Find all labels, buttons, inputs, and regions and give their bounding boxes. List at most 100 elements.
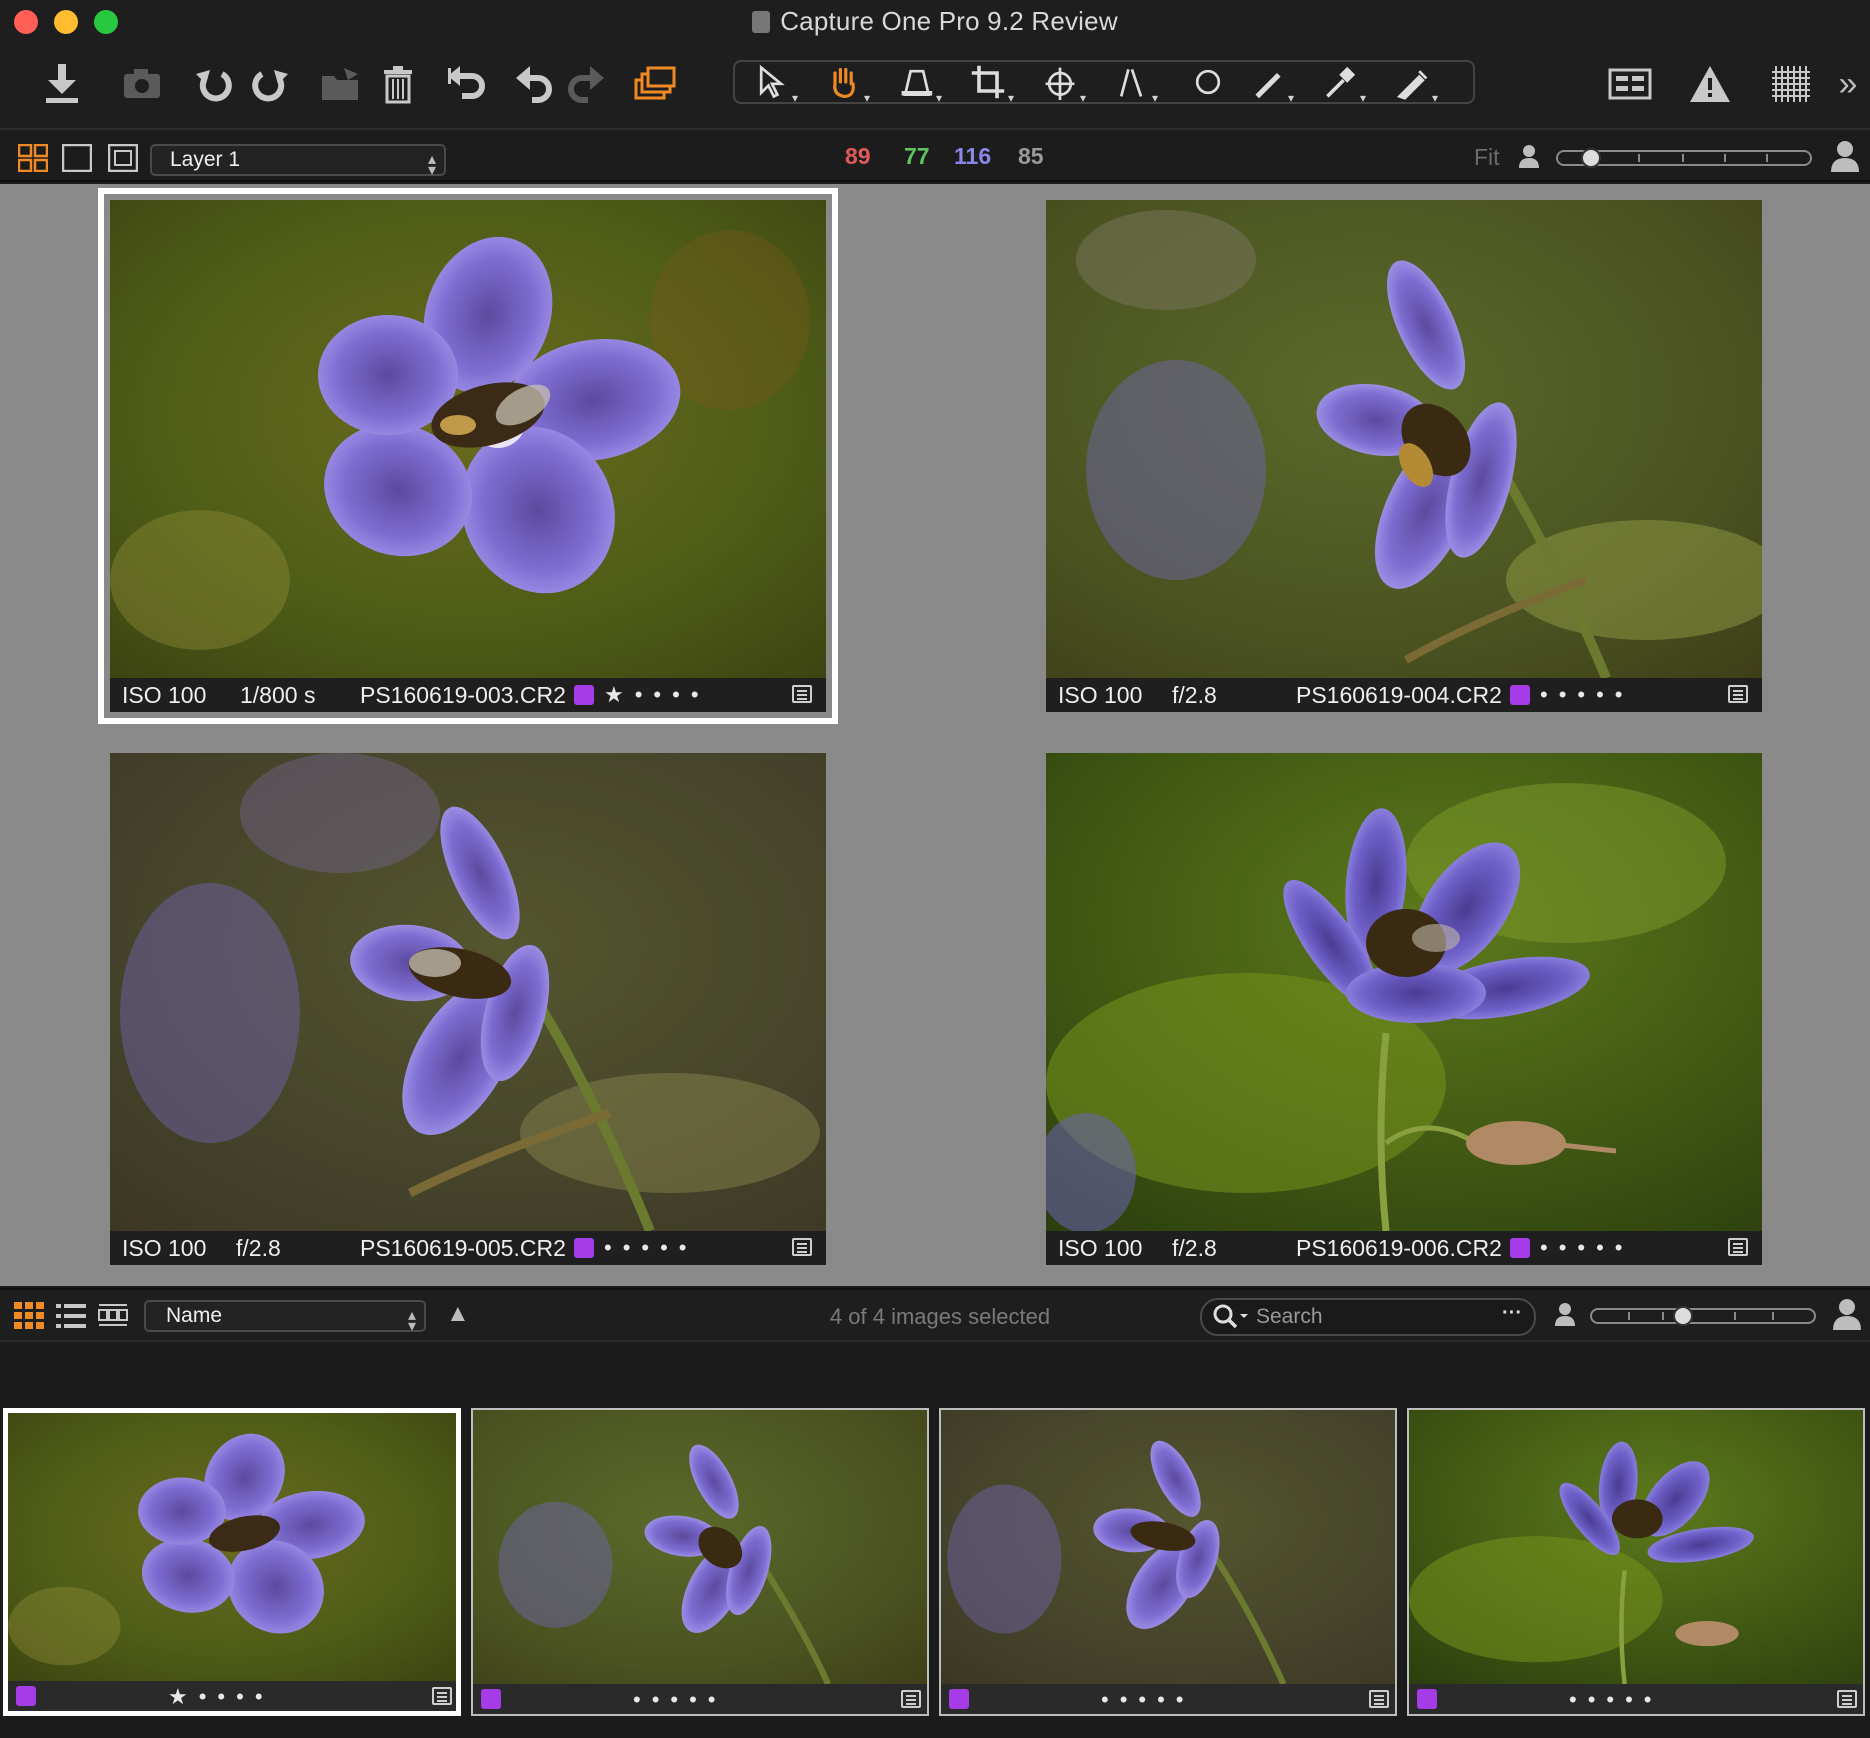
person-small-icon [1554,1302,1576,1331]
single-view-icon[interactable] [61,143,93,173]
import-icon[interactable] [36,56,88,112]
viewer-layout-icon[interactable] [1604,56,1656,112]
chevron-down-icon: ▾ [1287,91,1295,105]
window-title: Capture One Pro 9.2 Review [0,6,1870,37]
straighten-tool[interactable]: ▾ [1103,62,1169,105]
star-rating[interactable]: ••••• [604,1235,698,1261]
reset-adjustments-icon[interactable] [440,56,492,112]
layer-select[interactable]: Layer 1 ▴ ▾ [150,144,446,179]
star-rating[interactable]: ••••• [1101,1687,1195,1713]
color-tag-purple[interactable] [1510,1238,1530,1258]
readout-luminance: 85 [1018,143,1044,169]
slider-tick [1772,1312,1774,1320]
color-tag-purple[interactable] [1417,1689,1437,1709]
filename-label: PS160619-003.CR2 [360,682,566,708]
thumbnail-view-icon[interactable] [14,1302,44,1330]
photo-bee-on-geranium-4 [1046,753,1762,1231]
redo-icon[interactable] [560,56,612,112]
undo-icon[interactable] [508,56,560,112]
more-icon[interactable]: » [1822,56,1870,112]
viewer-image-1[interactable]: ISO 100 1/800 s PS160619-003.CR2 ★•••• [98,188,838,724]
star-rating[interactable]: ★•••• [168,1684,274,1710]
zoom-slider[interactable] [1556,148,1812,168]
metadata-icon[interactable] [901,1690,921,1708]
color-tag-purple[interactable] [481,1689,501,1709]
thumbnail-2[interactable]: ••••• [471,1408,929,1716]
spot-removal-tool[interactable] [1175,62,1241,102]
metadata-icon[interactable] [792,1238,812,1256]
sort-select[interactable]: Name ▴ ▾ [144,1300,426,1335]
viewer-image-3[interactable]: ISO 100 f/2.8 PS160619-005.CR2 ••••• [110,753,826,1265]
color-picker-tool[interactable]: ▾ [1311,62,1377,105]
color-tag-purple[interactable] [1510,685,1530,705]
thumbnail-4[interactable]: ••••• [1407,1408,1865,1716]
grid-icon[interactable] [1764,56,1816,112]
list-view-icon[interactable] [56,1302,86,1330]
exposure-label: f/2.8 [1172,682,1217,708]
color-tag-purple[interactable] [949,1689,969,1709]
pan-tool[interactable]: ▾ [815,62,881,105]
annotate-tool[interactable]: ▾ [1383,62,1449,105]
iso-label: ISO 100 [1058,682,1143,708]
star-rating[interactable]: ••••• [1540,1235,1634,1261]
main-toolbar: ▾ ▾ ▾ ▾ ▾ ▾ ▾ ▾ ▾ » [0,44,1870,130]
color-tag-purple[interactable] [574,1238,594,1258]
select-tool[interactable]: ▾ [743,62,809,105]
exposure-warning-icon[interactable] [1684,56,1736,112]
primary-view-icon[interactable] [107,143,139,173]
zoom-slider-knob[interactable] [1581,148,1601,168]
metadata-icon[interactable] [1728,1238,1748,1256]
thumbnail-size-slider-knob[interactable] [1673,1306,1693,1326]
search-field[interactable]: ··· [1200,1298,1536,1336]
keystone-tool[interactable]: ▾ [887,62,953,105]
chevron-down-icon: ▾ [1007,91,1015,105]
star-rating[interactable]: ••••• [1569,1687,1663,1713]
chevron-down-icon: ▾ [791,91,799,105]
thumbnail-caption: ••••• [941,1684,1395,1714]
crop-tool[interactable]: ▾ [959,62,1025,105]
slider-tick [1766,154,1768,162]
image-caption: ISO 100 f/2.8 PS160619-005.CR2 ••••• [110,1231,826,1265]
exposure-label: f/2.8 [236,1235,281,1261]
metadata-icon[interactable] [432,1687,452,1705]
rotate-right-icon[interactable] [244,56,296,112]
sort-direction-icon[interactable]: ▲ [446,1300,470,1328]
browser-bar: Name▴▾ ▲ 4 of 4 images selected ··· [0,1288,1870,1342]
viewer-image-2[interactable]: ISO 100 f/2.8 PS160619-004.CR2 ••••• [1046,200,1762,712]
thumbnail-size-slider[interactable] [1590,1306,1816,1326]
viewer-image-4[interactable]: ISO 100 f/2.8 PS160619-006.CR2 ••••• [1046,753,1762,1265]
trash-icon[interactable] [372,56,424,112]
color-tag-purple[interactable] [574,685,594,705]
chevron-down-icon: ▾ [935,91,943,105]
slider-tick [1724,154,1726,162]
metadata-icon[interactable] [1369,1690,1389,1708]
thumbnail-caption: ★•••• [8,1681,456,1711]
search-input[interactable] [1256,1304,1476,1330]
metadata-icon[interactable] [1728,685,1748,703]
zoom-fit-label[interactable]: Fit [1474,144,1500,171]
color-tag-purple[interactable] [16,1686,36,1706]
title-bar: Capture One Pro 9.2 Review [0,0,1870,44]
thumbnail-3[interactable]: ••••• [939,1408,1397,1716]
star-rating[interactable]: ★•••• [604,682,710,708]
thumbnail-1[interactable]: ★•••• [3,1408,461,1716]
star-rating[interactable]: ••••• [1540,682,1634,708]
camera-capture-icon[interactable] [116,56,168,112]
filename-label: PS160619-005.CR2 [360,1235,566,1261]
move-to-folder-icon[interactable] [314,56,366,112]
search-icon[interactable] [1212,1303,1252,1338]
selection-status: 4 of 4 images selected [829,1304,1051,1329]
multi-view-icon[interactable] [17,143,49,173]
ellipsis-icon[interactable]: ··· [1502,1302,1522,1325]
star-rating[interactable]: ••••• [633,1687,727,1713]
metadata-icon[interactable] [792,685,812,703]
photo-bee-on-geranium-1 [110,200,826,678]
metadata-icon[interactable] [1837,1690,1857,1708]
iso-label: ISO 100 [122,682,207,708]
filmstrip-view-icon[interactable] [98,1302,128,1330]
person-large-icon [1832,1298,1862,1335]
draw-mask-tool[interactable]: ▾ [1239,62,1305,105]
variants-icon[interactable] [628,56,680,112]
rotate-left-icon[interactable] [188,56,240,112]
rotate-tool[interactable]: ▾ [1031,62,1097,105]
